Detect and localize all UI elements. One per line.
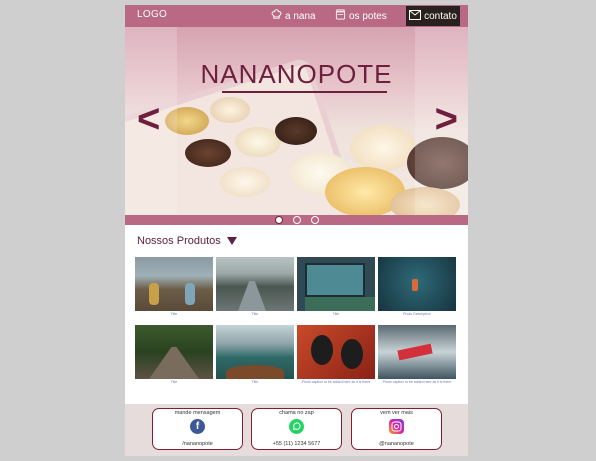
whatsapp-card-label: chama no zap: [279, 410, 314, 416]
whatsapp-number: +55 (11) 1234 5677: [272, 441, 321, 447]
carousel-indicators: [275, 216, 319, 224]
nav-a-nana[interactable]: a nana: [271, 9, 316, 23]
hero-title: NANANOPOTE: [200, 59, 393, 89]
facebook-handle: /nananopote: [182, 441, 213, 447]
hero-title-underline: [222, 91, 387, 93]
instagram-handle: @nananopote: [379, 441, 414, 447]
product-caption: Title: [170, 380, 178, 384]
header: LOGO a nana os potes contato: [125, 5, 468, 27]
chef-hat-icon: [271, 9, 282, 23]
product-thumb-river-boats[interactable]: [216, 257, 294, 311]
product-caption: Photo Description: [403, 312, 431, 316]
instagram-icon[interactable]: [389, 419, 404, 434]
jar-icon: [335, 9, 346, 23]
contact-button[interactable]: contato: [406, 6, 460, 26]
product-thumb-lake-boat[interactable]: [216, 325, 294, 379]
facebook-card[interactable]: mande mensagem f /nananopote: [152, 408, 243, 450]
product-caption: Photo caption to be added here as it is …: [301, 380, 371, 384]
hero-image-cupcake: [220, 167, 270, 197]
carousel-dot[interactable]: [311, 216, 319, 224]
whatsapp-icon[interactable]: [289, 419, 304, 434]
nav-os-potes-label: os potes: [349, 10, 387, 22]
carousel-dot[interactable]: [275, 216, 283, 224]
carousel-dot[interactable]: [293, 216, 301, 224]
logo[interactable]: LOGO: [137, 9, 167, 20]
hero-image-cupcake: [275, 117, 317, 145]
product-thumb-headphones[interactable]: [297, 325, 375, 379]
nav-os-potes[interactable]: os potes: [335, 9, 387, 23]
product-caption: Title: [170, 312, 178, 316]
product-caption: Title: [332, 312, 340, 316]
hero-carousel: NANANOPOTE < >: [125, 27, 468, 215]
products-heading: Nossos Produtos: [137, 235, 237, 247]
product-thumb-boat-sea[interactable]: [378, 257, 456, 311]
product-thumb-window-green[interactable]: [297, 257, 375, 311]
hero-image-cupcake: [185, 139, 231, 167]
mail-icon: [409, 9, 422, 23]
facebook-icon[interactable]: f: [190, 419, 205, 434]
instagram-card[interactable]: vem ver mais @nananopote: [351, 408, 442, 450]
instagram-card-label: vem ver mais: [380, 410, 413, 416]
whatsapp-card[interactable]: chama no zap +55 (11) 1234 5677: [251, 408, 342, 450]
page: LOGO a nana os potes contato NANANOPOTE …: [125, 5, 468, 456]
product-thumb-couple-field[interactable]: [135, 257, 213, 311]
triangle-down-icon[interactable]: [226, 237, 237, 245]
nav-a-nana-label: a nana: [285, 10, 316, 22]
hero-image-cupcake: [210, 97, 250, 123]
carousel-next-button[interactable]: >: [435, 99, 458, 139]
contact-label: contato: [424, 10, 457, 22]
product-caption: Photo caption to be added here as it is …: [382, 380, 452, 384]
product-thumb-bridge-forest[interactable]: [135, 325, 213, 379]
product-thumb-surfer[interactable]: [378, 325, 456, 379]
product-caption: Title: [251, 380, 259, 384]
footer: mande mensagem f /nananopote chama no za…: [125, 404, 468, 456]
carousel-prev-button[interactable]: <: [137, 99, 160, 139]
product-caption: Title: [251, 312, 259, 316]
products-title: Nossos Produtos: [137, 235, 221, 247]
facebook-card-label: mande mensagem: [174, 410, 221, 416]
